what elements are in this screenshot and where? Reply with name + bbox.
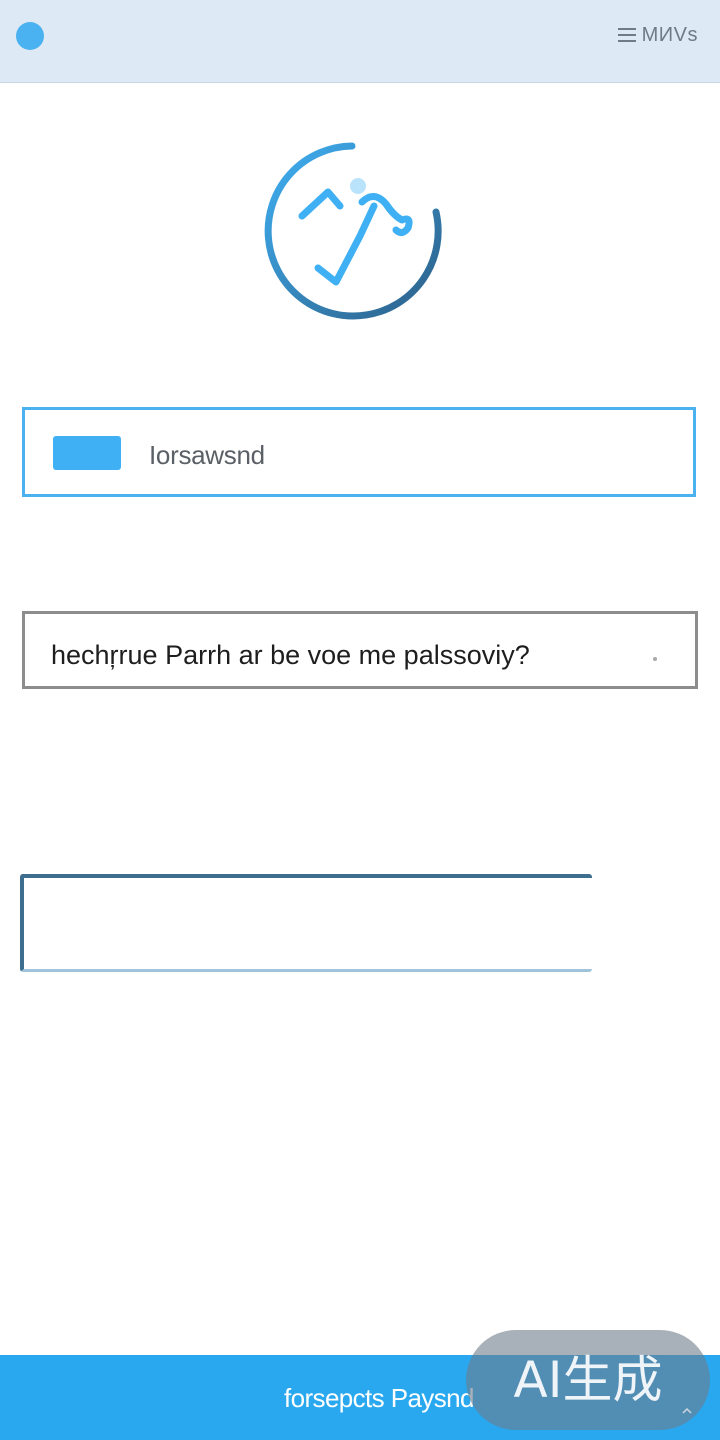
menu-icon bbox=[617, 27, 636, 43]
username-value: Iorsawsnd bbox=[149, 440, 265, 470]
app-logo bbox=[250, 132, 450, 322]
menu-button[interactable]: MИVs bbox=[617, 22, 698, 48]
status-dot-icon[interactable] bbox=[16, 22, 44, 50]
top-bar: MИVs bbox=[0, 0, 720, 83]
badge-label: AI生成 bbox=[513, 1351, 663, 1409]
account-chip-icon bbox=[53, 436, 121, 470]
menu-label: MИVs bbox=[641, 23, 698, 46]
submit-button[interactable] bbox=[20, 874, 592, 972]
ai-generated-badge: AI生成 bbox=[466, 1330, 710, 1430]
password-field[interactable]: hechŗrue Parrh ar be voe me palssoviy? bbox=[22, 611, 698, 689]
cursor-dot bbox=[653, 657, 657, 661]
chevron-up-icon bbox=[682, 1407, 692, 1414]
checkmark-circle-icon bbox=[264, 142, 442, 320]
username-field[interactable]: Iorsawsnd bbox=[22, 407, 696, 497]
login-screen: MИVs Iorsawsnd hechŗrue Parrh ar be voe … bbox=[0, 0, 720, 1440]
password-value: hechŗrue Parrh ar be voe me palssoviy? bbox=[51, 640, 530, 670]
forgot-password-link[interactable]: forsepcts Paysnd bbox=[284, 1383, 474, 1414]
